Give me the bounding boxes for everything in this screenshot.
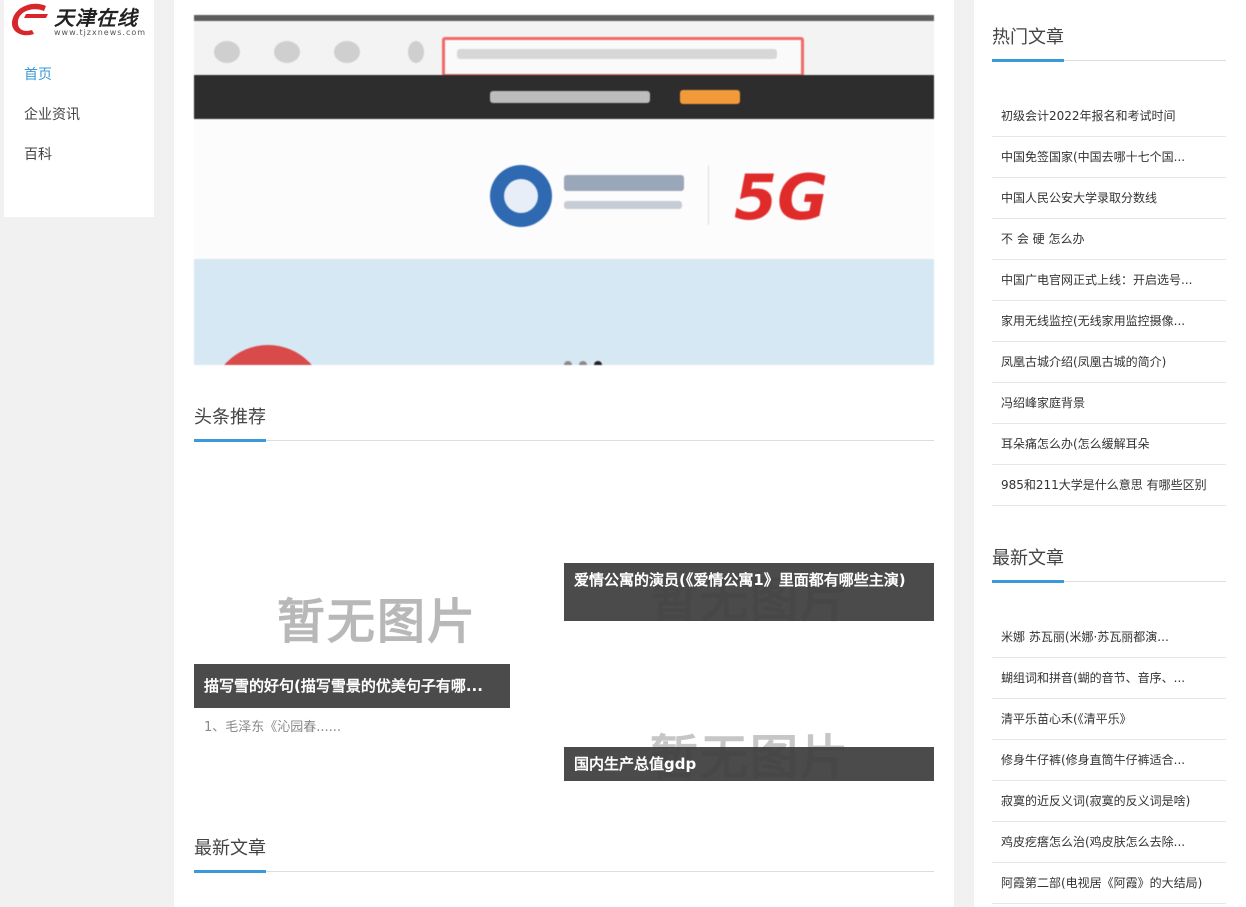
hot-articles-divider xyxy=(992,59,1226,62)
banner-url-box xyxy=(442,37,804,77)
list-item[interactable]: 初级会计2022年报名和考试时间 xyxy=(992,96,1226,137)
list-item[interactable]: 冯绍峰家庭背景 xyxy=(992,383,1226,424)
logo-url: www.tjzxnews.com xyxy=(54,28,147,37)
list-item[interactable]: 中国广电官网正式上线：开启选号... xyxy=(992,260,1226,301)
nav-item-encyclopedia[interactable]: 百科 xyxy=(24,144,52,164)
placeholder-image[interactable]: 暂无图片 xyxy=(277,598,477,646)
headlines-title: 头条推荐 xyxy=(194,407,266,428)
list-item[interactable]: 鸡皮疙瘩怎么治(鸡皮肤怎么去除... xyxy=(992,822,1226,863)
carousel-dots[interactable] xyxy=(564,354,609,365)
latest-articles-list: 米娜 苏瓦丽(米娜·苏瓦丽都演... 蝴组词和拼音(蝴的音节、音序、... 清平… xyxy=(992,617,1226,904)
logo-mark-icon xyxy=(11,3,48,36)
list-item[interactable]: 蝴组词和拼音(蝴的音节、音序、... xyxy=(992,658,1226,699)
carousel-dot[interactable] xyxy=(579,361,587,365)
carousel-dot-active[interactable] xyxy=(594,361,602,365)
nav-item-home[interactable]: 首页 xyxy=(24,64,52,84)
carousel-dot[interactable] xyxy=(564,361,572,365)
banner-carousel[interactable]: 5G xyxy=(194,15,934,365)
card-caption[interactable]: 爱情公寓的演员(《爱情公寓1》里面都有哪些主演) xyxy=(564,563,934,621)
list-item[interactable]: 不 会 硬 怎么办 xyxy=(992,219,1226,260)
site-logo[interactable]: 天津在线 www.tjzxnews.com xyxy=(8,0,154,40)
list-item[interactable]: 耳朵痛怎么办(怎么缓解耳朵 xyxy=(992,424,1226,465)
home-icon xyxy=(334,41,360,63)
main-column: 5G 头条推荐 暂无图片 描写雪的好句(描写雪景的优美句子有哪... 1、毛泽东… xyxy=(174,0,954,907)
card-caption[interactable]: 国内生产总值gdp xyxy=(564,747,934,781)
left-nav: 天津在线 www.tjzxnews.com 首页 企业资讯 百科 xyxy=(4,0,154,217)
right-sidebar: 热门文章 初级会计2022年报名和考试时间 中国免签国家(中国去哪十七个国...… xyxy=(974,0,1246,907)
list-item[interactable]: 清平乐苗心禾(《清平乐》 xyxy=(992,699,1226,740)
list-item[interactable]: 中国人民公安大学录取分数线 xyxy=(992,178,1226,219)
logo-text: 天津在线 xyxy=(54,6,138,30)
latest-title: 最新文章 xyxy=(194,838,266,859)
list-item[interactable]: 阿霞第二部(电视居《阿霞》的大结局) xyxy=(992,863,1226,904)
list-item[interactable]: 凤凰古城介绍(凤凰古城的简介) xyxy=(992,342,1226,383)
banner-dark-bar xyxy=(194,75,934,119)
list-item[interactable]: 家用无线监控(无线家用监控摄像... xyxy=(992,301,1226,342)
headlines-divider xyxy=(194,439,934,442)
hot-articles-list: 初级会计2022年报名和考试时间 中国免签国家(中国去哪十七个国... 中国人民… xyxy=(992,96,1226,506)
list-item[interactable]: 修身牛仔裤(修身直筒牛仔裤适合... xyxy=(992,740,1226,781)
hot-articles-title: 热门文章 xyxy=(992,27,1064,48)
card-excerpt: 1、毛泽东《沁园春...... xyxy=(204,720,342,735)
list-item[interactable]: 米娜 苏瓦丽(米娜·苏瓦丽都演... xyxy=(992,617,1226,658)
latest-divider xyxy=(194,870,934,873)
list-item[interactable]: 中国免签国家(中国去哪十七个国... xyxy=(992,137,1226,178)
card-caption[interactable]: 描写雪的好句(描写雪景的优美句子有哪... xyxy=(194,664,510,708)
latest-articles-divider xyxy=(992,580,1226,583)
list-item[interactable]: 寂寞的近反义词(寂寞的反义词是啥) xyxy=(992,781,1226,822)
list-item[interactable]: 985和211大学是什么意思 有哪些区别 xyxy=(992,465,1226,506)
5g-logo-icon: 5G xyxy=(734,161,829,234)
banner-address-bar xyxy=(194,21,934,77)
nav-item-enterprise-news[interactable]: 企业资讯 xyxy=(24,104,80,124)
latest-articles-title: 最新文章 xyxy=(992,548,1064,569)
refresh-icon xyxy=(274,41,300,63)
lock-icon xyxy=(408,41,424,63)
back-icon xyxy=(214,41,240,63)
